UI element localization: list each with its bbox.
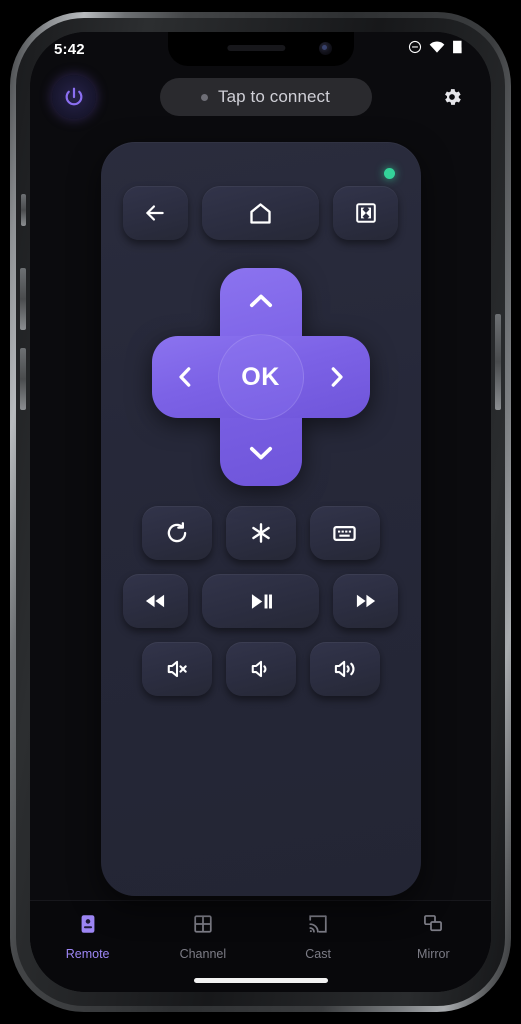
connect-status-label: Tap to connect (218, 87, 330, 106)
phone-frame: 5:42 Tap to connect OK Remote Channel Ca… (10, 12, 511, 1012)
notch (167, 32, 354, 66)
volume-up-hardware-button[interactable] (20, 268, 26, 330)
remote-panel: OK (100, 142, 421, 896)
app-root: 5:42 Tap to connect OK Remote Channel Ca… (30, 32, 491, 992)
status-bar-icons (408, 40, 465, 59)
remote-area: OK (30, 128, 491, 900)
tab-remote-label: Remote (65, 947, 110, 961)
dpad-down-button[interactable] (220, 420, 302, 486)
battery-icon (452, 40, 465, 59)
wifi-icon (429, 40, 445, 59)
nav-button-row (122, 186, 399, 240)
settings-button[interactable] (435, 80, 469, 114)
arrow-left-icon (146, 205, 165, 221)
dpad-left-button[interactable] (152, 336, 218, 418)
silent-switch[interactable] (21, 194, 26, 226)
function-button-row (123, 506, 399, 560)
front-camera (318, 42, 332, 55)
fast-forward-icon (356, 594, 375, 608)
home-button[interactable] (202, 186, 319, 240)
tab-channel-label: Channel (179, 947, 227, 961)
tab-channel[interactable]: Channel (145, 913, 260, 961)
status-bar-clock: 5:42 (54, 40, 85, 58)
connection-status-dot (201, 93, 208, 101)
volume-up-button[interactable] (309, 642, 380, 696)
earpiece-speaker (226, 45, 285, 51)
gear-icon (445, 89, 461, 105)
power-hardware-button[interactable] (495, 314, 501, 410)
tab-mirror-label: Mirror (417, 947, 450, 961)
chevron-left-icon (178, 367, 190, 387)
grid-icon (192, 913, 214, 940)
rewind-button[interactable] (122, 574, 189, 628)
mute-button[interactable] (141, 642, 212, 696)
rewind-icon (146, 594, 165, 608)
volume-down-button[interactable] (225, 642, 296, 696)
tab-mirror[interactable]: Mirror (376, 913, 491, 961)
volume-up-icon (334, 660, 355, 678)
volume-mute-icon (167, 660, 187, 678)
dpad: OK (151, 268, 370, 486)
tab-cast-label: Cast (305, 947, 331, 961)
volume-down-hardware-button[interactable] (20, 348, 26, 410)
ok-button[interactable]: OK (217, 334, 304, 420)
remote-icon (77, 913, 99, 940)
phone-frame-inner: 5:42 Tap to connect OK Remote Channel Ca… (16, 18, 505, 1006)
app-header: Tap to connect (30, 66, 491, 128)
home-icon (250, 202, 271, 224)
volume-down-icon (251, 660, 266, 678)
power-icon (65, 87, 83, 106)
asterisk-icon (251, 523, 270, 543)
keyboard-button[interactable] (309, 506, 380, 560)
phone-screen: 5:42 Tap to connect OK Remote Channel Ca… (30, 32, 491, 992)
screenshot-stage: 5:42 Tap to connect OK Remote Channel Ca… (0, 0, 521, 1024)
play-pause-icon (251, 593, 272, 609)
device-status-dot (383, 168, 395, 179)
chevron-down-icon (249, 446, 272, 460)
mirror-icon (422, 913, 444, 940)
play-pause-button[interactable] (202, 574, 319, 628)
playback-button-row (122, 574, 399, 628)
tab-cast[interactable]: Cast (261, 913, 376, 961)
cast-icon (307, 913, 329, 940)
chevron-up-icon (249, 294, 272, 308)
connect-status-button[interactable]: Tap to connect (159, 78, 372, 116)
fullscreen-icon (355, 203, 376, 223)
replay-icon (167, 522, 186, 543)
fullscreen-button[interactable] (332, 186, 399, 240)
chevron-right-icon (331, 367, 343, 387)
dpad-right-button[interactable] (304, 336, 370, 418)
volume-button-row (123, 642, 399, 696)
tab-remote[interactable]: Remote (30, 913, 145, 961)
back-button[interactable] (122, 186, 189, 240)
home-indicator[interactable] (193, 978, 328, 983)
fast-forward-button[interactable] (332, 574, 399, 628)
device-power-button[interactable] (52, 75, 96, 119)
replay-button[interactable] (141, 506, 212, 560)
do-not-disturb-icon (408, 40, 422, 59)
ok-button-label: OK (241, 362, 280, 391)
dpad-up-button[interactable] (220, 268, 302, 334)
options-button[interactable] (225, 506, 296, 560)
keyboard-icon (333, 525, 356, 541)
